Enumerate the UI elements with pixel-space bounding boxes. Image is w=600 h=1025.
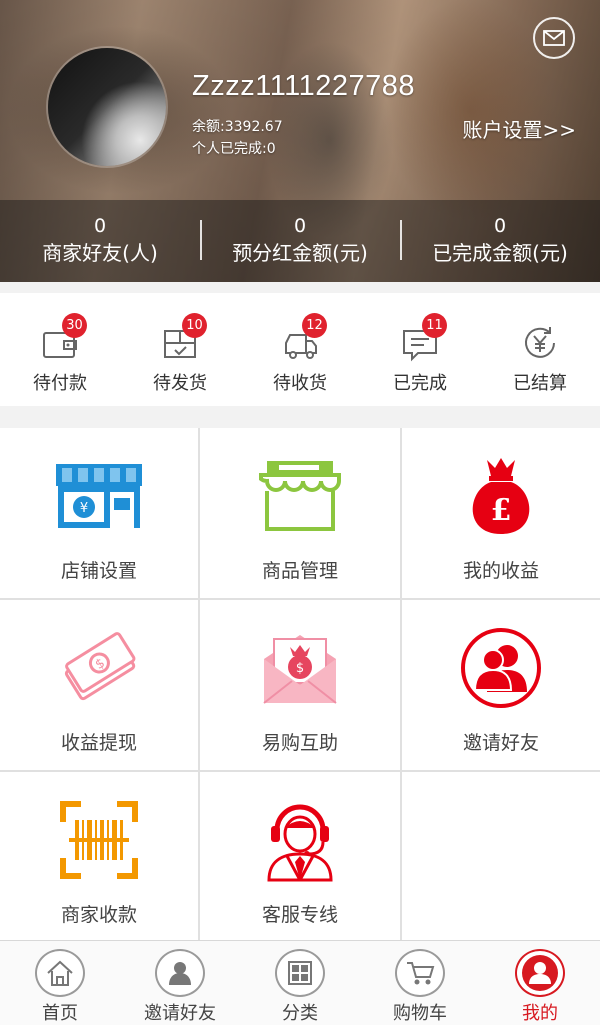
grid-empty-cell [402, 772, 600, 940]
stat-value: 0 [293, 215, 307, 237]
order-badge: 12 [302, 313, 327, 338]
order-label: 已结算 [513, 373, 567, 394]
order-pending-shipment[interactable]: 10 待发货 [120, 293, 240, 406]
order-badge: 30 [62, 313, 87, 338]
barcode-icon [60, 801, 138, 879]
home-icon [47, 960, 73, 986]
nav-me[interactable]: 我的 [480, 941, 600, 1025]
nav-cart[interactable]: 购物车 [360, 941, 480, 1025]
svg-text:¥: ¥ [80, 501, 88, 516]
order-completed[interactable]: 11 已完成 [360, 293, 480, 406]
order-label: 已完成 [393, 373, 447, 394]
grid-invite-friends[interactable]: 邀请好友 [402, 600, 600, 770]
grid-label: 收益提现 [60, 732, 137, 754]
order-label: 待收货 [273, 373, 327, 394]
nav-home[interactable]: 首页 [0, 941, 120, 1025]
friends-icon [461, 628, 541, 708]
mail-button[interactable] [533, 17, 575, 59]
order-pending-payment[interactable]: 30 待付款 [0, 293, 120, 406]
order-badge: 10 [182, 313, 207, 338]
username: Zzzz1111227788 [192, 70, 416, 102]
money-bag-icon: £ [472, 458, 530, 534]
nav-label: 购物车 [393, 1003, 447, 1024]
grid-label: 我的收益 [462, 560, 539, 582]
grid-label: 店铺设置 [60, 560, 137, 582]
grid-label: 客服专线 [261, 904, 338, 926]
grid-my-earnings[interactable]: £ 我的收益 [402, 428, 600, 598]
grid-label: 商家收款 [60, 904, 137, 926]
svg-text:$: $ [296, 661, 304, 676]
stat-label: 商家好友(人) [42, 241, 158, 265]
balance-text: 余额:3392.67 [192, 119, 283, 135]
grid-product-management[interactable]: 商品管理 [200, 428, 400, 598]
nav-invite-friends[interactable]: 邀请好友 [120, 941, 240, 1025]
avatar[interactable] [48, 48, 166, 166]
invite-icon [169, 962, 191, 985]
shop-awning-icon [259, 461, 341, 531]
order-badge: 11 [422, 313, 447, 338]
customer-service-icon [267, 804, 333, 882]
stat-label: 已完成金额(元) [432, 241, 568, 265]
category-icon [288, 961, 312, 985]
envelope-money-icon: $ [263, 635, 337, 704]
stat-value: 0 [493, 215, 507, 237]
nav-label: 首页 [42, 1003, 78, 1024]
grid-store-settings[interactable]: ¥ 店铺设置 [0, 428, 198, 598]
account-settings-link[interactable]: 账户设置>> [462, 114, 576, 143]
order-label: 待付款 [33, 373, 87, 394]
cash-icon: $ [64, 632, 136, 701]
grid-withdraw-earnings[interactable]: $ 收益提现 [0, 600, 198, 770]
store-icon: ¥ [56, 464, 142, 528]
svg-text:£: £ [491, 493, 512, 528]
nav-category[interactable]: 分类 [240, 941, 360, 1025]
bottom-nav: 首页 邀请好友 分类 购物车 我的 [0, 940, 600, 1025]
grid-label: 邀请好友 [462, 732, 539, 754]
order-settled[interactable]: 已结算 [480, 293, 600, 406]
stats-bar: 0 商家好友(人) 0 预分红金额(元) 0 已完成金额(元) [0, 200, 600, 282]
completed-count-text: 个人已完成:0 [192, 141, 276, 157]
yen-refresh-icon [525, 327, 555, 358]
stat-label: 预分红金额(元) [232, 241, 368, 265]
nav-label: 分类 [282, 1003, 318, 1024]
stat-pre-dividend[interactable]: 0 预分红金额(元) [200, 200, 400, 282]
me-icon [522, 955, 558, 991]
stat-value: 0 [93, 215, 107, 237]
order-pending-receipt[interactable]: 12 待收货 [240, 293, 360, 406]
mail-icon [543, 30, 565, 46]
grid-mutual-aid[interactable]: $ 易购互助 [200, 600, 400, 770]
cart-icon [407, 962, 435, 985]
grid-merchant-collection[interactable]: 商家收款 [0, 772, 198, 940]
nav-label: 我的 [522, 1003, 558, 1024]
feature-grid: ¥ 店铺设置 商品管理 £ 我的收益 $ 收益提现 $ 易购互助 邀请好友 商家… [0, 428, 600, 940]
grid-label: 易购互助 [261, 732, 338, 754]
order-status-row: 30 待付款 10 待发货 12 待收货 11 已完成 已结算 [0, 293, 600, 406]
stat-completed-amount[interactable]: 0 已完成金额(元) [400, 200, 600, 282]
profile-header: Zzzz1111227788 余额:3392.67 个人已完成:0 账户设置>>… [0, 0, 600, 282]
nav-label: 邀请好友 [144, 1003, 216, 1024]
grid-customer-service[interactable]: 客服专线 [200, 772, 400, 940]
order-label: 待发货 [153, 373, 207, 394]
stat-merchant-friends[interactable]: 0 商家好友(人) [0, 200, 200, 282]
grid-label: 商品管理 [261, 560, 338, 582]
